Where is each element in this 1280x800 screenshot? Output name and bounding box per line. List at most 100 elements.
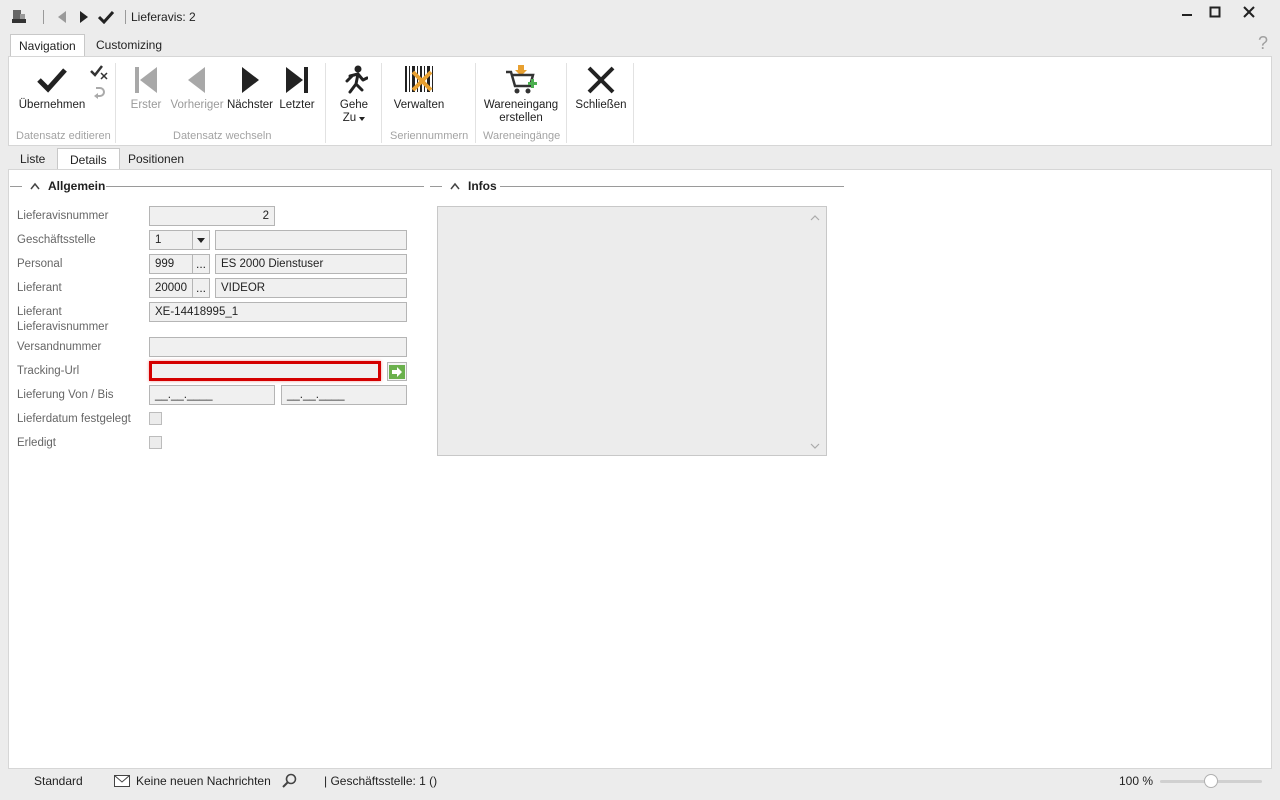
first-record-icon [126, 61, 166, 99]
messages-status[interactable]: Keine neuen Nachrichten [136, 774, 271, 789]
checkmark-icon [32, 61, 72, 99]
group-label-seriennummern: Seriennummern [390, 130, 469, 142]
infos-textarea[interactable] [437, 206, 827, 456]
help-icon[interactable]: ? [1258, 33, 1268, 54]
label-lieferant-lieferavisnummer: Lieferant Lieferavisnummer [17, 305, 108, 335]
qa-check-icon[interactable] [96, 0, 116, 34]
schliessen-button[interactable]: Schließen [575, 61, 627, 112]
erledigt-checkbox[interactable] [149, 436, 162, 449]
tab-details[interactable]: Details [57, 148, 120, 170]
tab-liste[interactable]: Liste [8, 148, 57, 169]
previous-record-icon [177, 61, 217, 99]
dropdown-arrow-icon [359, 116, 366, 121]
zoom-level: 100 % [1119, 774, 1154, 788]
ribbon-tab-strip: Navigation Customizing [0, 34, 1280, 57]
label-lieferdatum-festgelegt: Lieferdatum festgelegt [17, 413, 131, 425]
undo-icon[interactable] [91, 85, 109, 103]
group-separator [115, 63, 116, 143]
last-record-icon [277, 61, 317, 99]
geschaeftsstelle-dropdown-button[interactable] [192, 230, 210, 250]
lieferdatum-festgelegt-checkbox[interactable] [149, 412, 162, 425]
group-separator [325, 63, 326, 143]
erstellen-label: erstellen [499, 112, 543, 124]
shopping-cart-add-icon [501, 61, 541, 99]
erster-button[interactable]: Erster [127, 61, 165, 112]
qa-forward-icon[interactable] [76, 0, 92, 34]
label-line: Lieferavisnummer [17, 321, 109, 333]
label-erledigt: Erledigt [17, 437, 56, 449]
lieferant-field[interactable]: 20000 [149, 278, 195, 298]
geschaeftsstelle-description [215, 230, 407, 250]
zoom-slider-thumb[interactable] [1204, 774, 1218, 788]
naechster-button[interactable]: Nächster [227, 61, 273, 112]
lieferavisnummer-field[interactable]: 2 [149, 206, 275, 226]
lieferant-description: VIDEOR [215, 278, 407, 298]
tracking-url-field[interactable] [149, 361, 381, 381]
barcode-tools-icon [399, 61, 439, 99]
label-personal: Personal [17, 258, 63, 270]
section-allgemein-header[interactable]: Allgemein [30, 179, 105, 193]
group-label-datensatz-wechseln: Datensatz wechseln [173, 130, 272, 142]
scroll-down-icon[interactable] [810, 443, 820, 449]
layout-name[interactable]: Standard [34, 774, 83, 789]
label-geschaeftsstelle: Geschäftsstelle [17, 234, 96, 246]
group-label-wareneingaenge: Wareneingänge [483, 130, 561, 142]
schliessen-label: Schließen [575, 99, 627, 111]
group-separator [633, 63, 634, 143]
wareneingang-erstellen-button[interactable]: Wareneingang erstellen [483, 61, 559, 125]
uebernehmen-button[interactable]: Übernehmen [17, 61, 87, 112]
document-tab-strip: Liste Details Positionen [8, 148, 1272, 170]
section-divider [430, 186, 442, 187]
label-tracking-url: Tracking-Url [17, 365, 80, 377]
envelope-icon[interactable] [114, 775, 130, 790]
lieferant-lieferavisnummer-field[interactable]: XE-14418995_1 [149, 302, 407, 322]
scroll-up-icon[interactable] [810, 215, 820, 221]
next-record-icon [230, 61, 270, 99]
section-infos-header[interactable]: Infos [450, 179, 497, 193]
verwalten-button[interactable]: Verwalten [391, 61, 447, 112]
label-line: Lieferant [17, 306, 62, 318]
check-all-icon[interactable] [89, 63, 111, 83]
section-infos-title: Infos [468, 179, 497, 193]
tab-customizing[interactable]: Customizing [88, 34, 170, 56]
versandnummer-field[interactable] [149, 337, 407, 357]
geschaeftsstelle-select[interactable]: 1 [149, 230, 195, 250]
wareneingang-label: Wareneingang [483, 99, 559, 111]
gehe-zu-button[interactable]: Gehe Zu [335, 61, 373, 125]
naechster-label: Nächster [226, 99, 274, 111]
label-lieferant: Lieferant [17, 282, 62, 294]
group-separator [566, 63, 567, 143]
erster-label: Erster [130, 99, 162, 111]
section-divider [106, 186, 424, 187]
label-lieferavisnummer: Lieferavisnummer [17, 210, 109, 222]
qa-back-icon[interactable] [54, 0, 70, 34]
group-separator [475, 63, 476, 143]
branch-status: | Geschäftsstelle: 1 () [324, 774, 438, 788]
lieferant-lookup-button[interactable]: ... [192, 278, 210, 298]
tab-navigation[interactable]: Navigation [10, 34, 85, 57]
personal-lookup-button[interactable]: ... [192, 254, 210, 274]
section-allgemein-title: Allgemein [48, 179, 106, 193]
uebernehmen-label: Übernehmen [18, 99, 86, 111]
chevron-up-icon [450, 182, 460, 190]
search-icon[interactable] [281, 773, 297, 792]
app-icon[interactable] [8, 0, 30, 34]
zu-label: Zu [342, 112, 357, 124]
close-button[interactable] [1232, 0, 1266, 24]
quick-access-separator [125, 10, 126, 24]
lieferung-bis-field[interactable]: __.__.____ [281, 385, 407, 405]
chevron-down-icon [197, 237, 205, 243]
lieferung-von-field[interactable]: __.__.____ [149, 385, 275, 405]
maximize-button[interactable] [1198, 0, 1232, 24]
group-label-datensatz-editieren: Datensatz editieren [16, 130, 111, 142]
vorheriger-button[interactable]: Vorheriger [169, 61, 225, 112]
quick-access-separator [43, 10, 44, 24]
window-title: Lieferavis: 2 [131, 10, 196, 24]
tab-positionen[interactable]: Positionen [116, 148, 196, 169]
letzter-button[interactable]: Letzter [277, 61, 317, 112]
vorheriger-label: Vorheriger [170, 99, 224, 111]
tracking-url-open-button[interactable] [387, 362, 407, 381]
verwalten-label: Verwalten [393, 99, 445, 111]
personal-field[interactable]: 999 [149, 254, 195, 274]
letzter-label: Letzter [279, 99, 315, 111]
